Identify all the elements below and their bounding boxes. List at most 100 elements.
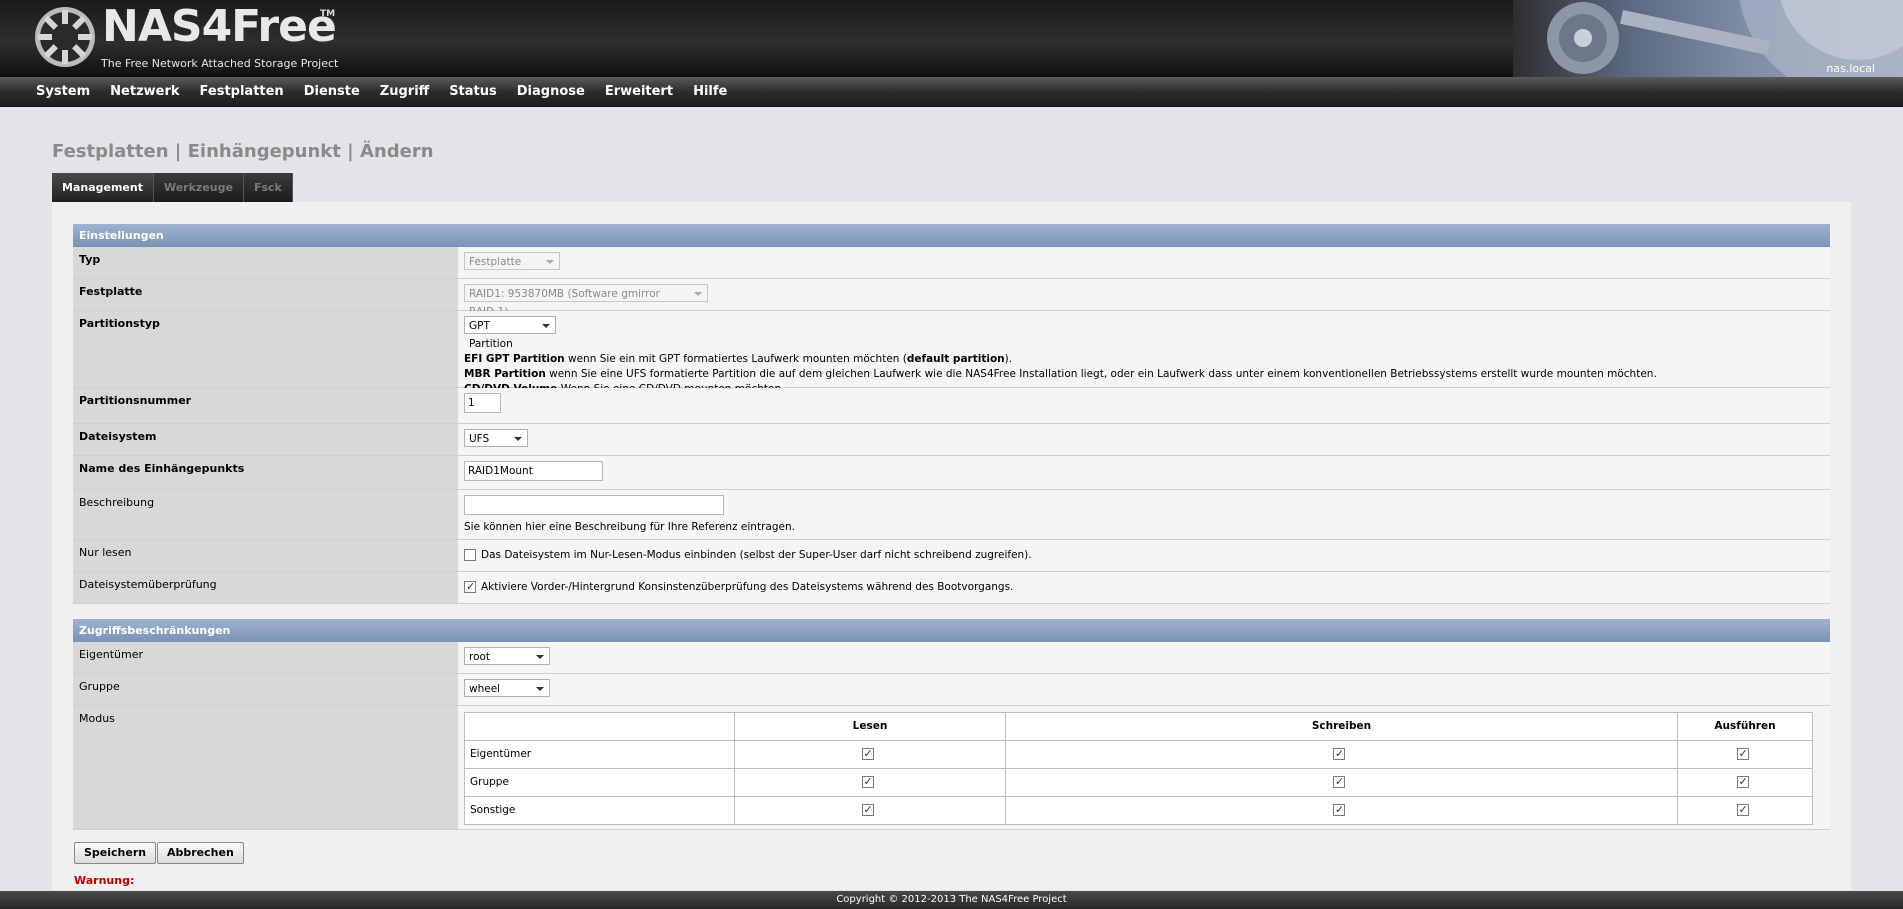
label-pruefung: Dateisystemüberprüfung	[73, 572, 458, 603]
row-name: Gruppe	[464, 768, 735, 797]
beschreibung-input[interactable]	[464, 495, 724, 515]
efi-text: wenn Sie ein mit GPT formatiertes Laufwe…	[564, 353, 907, 365]
content-panel: Einstellungen Typ Festplatte Festplatte …	[52, 202, 1851, 890]
chevron-down-icon	[536, 655, 544, 659]
label-eigentuemer: Eigentümer	[73, 642, 458, 673]
label-partitionsnummer: Partitionsnummer	[73, 388, 458, 423]
pruefung-checkbox[interactable]	[464, 579, 476, 594]
menu-system[interactable]: System	[26, 77, 100, 106]
page-title: Festplatten | Einhängepunkt | Ändern	[52, 141, 434, 162]
row-pruefung: Dateisystemüberprüfung Aktiviere Vorder-…	[73, 572, 1830, 604]
label-typ: Typ	[73, 247, 458, 278]
owner-exec-checkbox[interactable]	[1736, 746, 1749, 761]
row-dateisystem: Dateisystem UFS	[73, 424, 1830, 456]
save-button[interactable]: Speichern	[74, 842, 157, 864]
permissions-header-row: Lesen Schreiben Ausführen	[464, 712, 1813, 741]
row-beschreibung: Beschreibung Sie können hier eine Beschr…	[73, 490, 1830, 540]
other-read-checkbox[interactable]	[861, 802, 874, 817]
menu-diagnose[interactable]: Diagnose	[507, 77, 595, 106]
label-nur-lesen: Nur lesen	[73, 540, 458, 571]
row-typ: Typ Festplatte	[73, 247, 1830, 279]
select-festplatte[interactable]: RAID1: 953870MB (Software gmirror RAID 1…	[464, 284, 708, 318]
tab-bar: Management Werkzeuge Fsck	[52, 173, 293, 202]
select-gruppe-value: wheel	[469, 683, 501, 695]
row-eigentuemer: Eigentümer root	[73, 642, 1830, 674]
label-gruppe: Gruppe	[73, 674, 458, 705]
chevron-down-icon	[514, 437, 522, 441]
select-typ[interactable]: Festplatte	[464, 252, 560, 270]
table-row: Gruppe	[464, 768, 1813, 797]
chevron-down-icon	[694, 292, 702, 296]
cancel-button[interactable]: Abbrechen	[157, 842, 244, 864]
tab-werkzeuge[interactable]: Werkzeuge	[153, 173, 244, 202]
owner-read-checkbox[interactable]	[861, 746, 874, 761]
row-partitionstyp: Partitionstyp GPT Partition EFI GPT Part…	[73, 311, 1830, 395]
col-lesen: Lesen	[734, 712, 1006, 741]
hostname: nas.local	[1826, 62, 1875, 75]
group-exec-checkbox[interactable]	[1736, 774, 1749, 789]
label-dateisystem: Dateisystem	[73, 424, 458, 455]
header: NAS4Free TM The Free Network Attached St…	[0, 0, 1903, 77]
label-festplatte: Festplatte	[73, 279, 458, 310]
pruefung-text: Aktiviere Vorder-/Hintergrund Konsinsten…	[481, 581, 1014, 593]
menu-dienste[interactable]: Dienste	[294, 77, 370, 106]
chevron-down-icon	[542, 324, 550, 328]
tagline: The Free Network Attached Storage Projec…	[101, 57, 339, 70]
select-partitionstyp[interactable]: GPT Partition	[464, 316, 556, 350]
select-eigentuemer-value: root	[469, 651, 491, 663]
einhaengepunkt-input[interactable]: RAID1Mount	[464, 461, 603, 481]
select-partitionstyp-value: GPT Partition	[469, 320, 513, 350]
owner-write-checkbox[interactable]	[1333, 746, 1345, 761]
col-blank	[464, 712, 735, 741]
menu-netzwerk[interactable]: Netzwerk	[100, 77, 189, 106]
nur-lesen-checkbox[interactable]	[464, 549, 476, 561]
table-row: Eigentümer	[464, 740, 1813, 769]
select-eigentuemer[interactable]: root	[464, 647, 550, 665]
warning-label: Warnung:	[74, 874, 135, 887]
select-dateisystem[interactable]: UFS	[464, 429, 528, 447]
chevron-down-icon	[536, 687, 544, 691]
nur-lesen-text: Das Dateisystem im Nur-Lesen-Modus einbi…	[481, 549, 1032, 561]
group-write-checkbox[interactable]	[1333, 774, 1345, 789]
other-exec-checkbox[interactable]	[1736, 802, 1749, 817]
group-read-checkbox[interactable]	[861, 774, 874, 789]
mbr-term: MBR Partition	[464, 368, 546, 380]
permissions-table: Lesen Schreiben Ausführen Eigentümer Gru…	[464, 712, 1813, 825]
main-menu: System Netzwerk Festplatten Dienste Zugriff S…	[0, 77, 1903, 107]
label-beschreibung: Beschreibung	[73, 490, 458, 539]
section-header-zugriff: Zugriffsbeschränkungen	[73, 619, 1830, 642]
label-modus: Modus	[73, 706, 458, 829]
row-nur-lesen: Nur lesen Das Dateisystem im Nur-Lesen-M…	[73, 540, 1830, 572]
chevron-down-icon	[546, 260, 554, 264]
label-einhaengepunkt: Name des Einhängepunkts	[73, 456, 458, 489]
efi-text-end: ).	[1004, 353, 1013, 365]
efi-default: default partition	[906, 353, 1005, 365]
row-einhaengepunkt: Name des Einhängepunkts RAID1Mount	[73, 456, 1830, 490]
menu-zugriff[interactable]: Zugriff	[370, 77, 439, 106]
row-partitionsnummer: Partitionsnummer 1	[73, 388, 1830, 424]
menu-status[interactable]: Status	[439, 77, 507, 106]
row-gruppe: Gruppe wheel	[73, 674, 1830, 706]
mbr-desc: MBR Partition wenn Sie eine UFS formatie…	[464, 368, 1657, 380]
col-schreiben: Schreiben	[1005, 712, 1678, 741]
logo-text: NAS4Free	[102, 1, 337, 52]
tab-fsck[interactable]: Fsck	[243, 173, 293, 202]
row-festplatte: Festplatte RAID1: 953870MB (Software gmi…	[73, 279, 1830, 318]
logo-icon	[35, 7, 95, 67]
partitionsnummer-input[interactable]: 1	[464, 393, 501, 413]
efi-desc: EFI GPT Partition wenn Sie ein mit GPT f…	[464, 353, 1012, 365]
menu-erweitert[interactable]: Erweitert	[595, 77, 683, 106]
other-write-checkbox[interactable]	[1333, 802, 1345, 817]
select-gruppe[interactable]: wheel	[464, 679, 550, 697]
row-modus: Modus Lesen Schreiben Ausführen Eigentüm…	[73, 706, 1830, 830]
tab-management[interactable]: Management	[52, 173, 154, 202]
menu-festplatten[interactable]: Festplatten	[190, 77, 294, 106]
footer-copyright: Copyright © 2012-2013 The NAS4Free Proje…	[0, 891, 1903, 909]
row-name: Sonstige	[464, 796, 735, 825]
efi-term: EFI GPT Partition	[464, 353, 565, 365]
table-row: Sonstige	[464, 796, 1813, 825]
section-header-einstellungen: Einstellungen	[73, 224, 1830, 247]
beschreibung-hint: Sie können hier eine Beschreibung für Ih…	[464, 521, 795, 533]
menu-hilfe[interactable]: Hilfe	[683, 77, 737, 106]
label-partitionstyp: Partitionstyp	[73, 311, 458, 387]
